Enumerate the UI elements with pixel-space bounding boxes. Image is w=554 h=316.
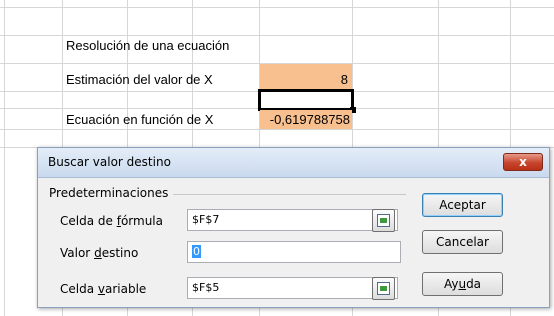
goal-seek-dialog: Buscar valor destino x Predeterminacione… [37,147,550,308]
grid-line [0,35,554,36]
selected-cell-border[interactable] [258,89,354,111]
group-divider [173,194,406,195]
grid-line [0,7,554,8]
help-button[interactable]: Ayuda [422,272,503,296]
grid-line [0,129,554,130]
dialog-title: Buscar valor destino [48,155,171,169]
formula-cell-label: Celda de fórmula [60,214,163,228]
grid-line [4,0,5,316]
cell-title[interactable]: Resolución de una ecuación [66,38,229,54]
formula-cell-input[interactable]: $F$7 [187,209,398,231]
variable-cell-label: Celda variable [60,282,147,296]
cancel-button[interactable]: Cancelar [422,230,503,254]
defaults-group-label: Predeterminaciones [49,186,173,200]
cell-estimate-value[interactable]: 8 [260,72,348,88]
target-value-label: Valor destino [60,246,139,260]
shrink-dialog-icon[interactable] [372,277,395,300]
variable-cell-input[interactable]: $F$5 [187,277,398,299]
dialog-titlebar[interactable]: Buscar valor destino x [38,148,549,178]
shrink-dialog-icon[interactable] [372,209,395,232]
target-value-input[interactable]: 0 [187,241,401,263]
cell-equation-value[interactable]: -0,619788758 [260,112,350,128]
close-icon[interactable]: x [503,153,543,171]
cell-equation-label[interactable]: Ecuación en función de X [66,112,213,128]
ok-button[interactable]: Aceptar [422,193,503,217]
cell-estimate-label[interactable]: Estimación del valor de X [66,72,213,88]
